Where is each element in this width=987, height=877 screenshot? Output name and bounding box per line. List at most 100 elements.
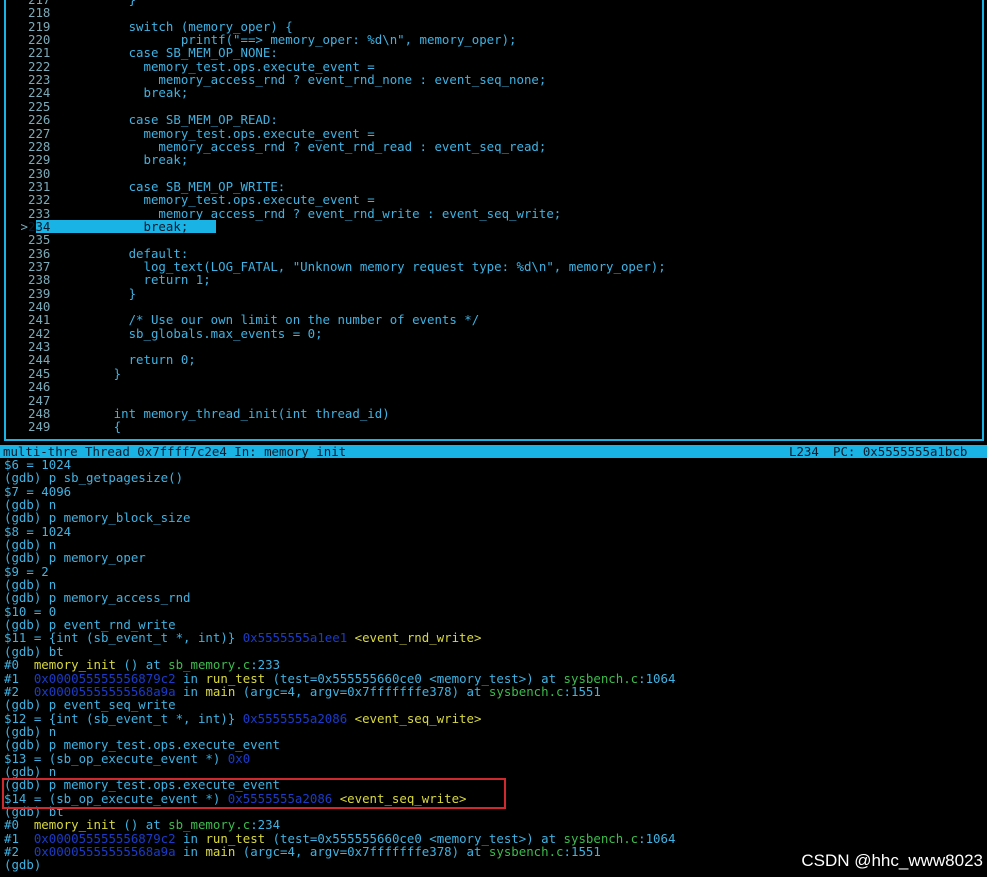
source-line: 241 /* Use our own limit on the number o… (6, 312, 982, 328)
gdb-fn: main (205, 683, 236, 699)
gdb-line: $6 = 1024 (4, 458, 984, 471)
source-code: sb_globals.max_events = 0; (54, 325, 323, 341)
source-line: >234 break; (6, 220, 982, 233)
gdb-line: (gdb) p sb_getpagesize() (4, 471, 984, 484)
gdb-text (347, 711, 354, 726)
line-number: 248 (28, 405, 51, 421)
source-line: 227 memory_test.ops.execute_event = (6, 125, 982, 141)
line-number: 225 (28, 98, 51, 114)
line-number: 245 (28, 365, 51, 381)
gdb-line: $11 = {int (sb_event_t *, int)} 0x555555… (4, 631, 984, 644)
gdb-line: (gdb) p memory_access_rnd (4, 591, 984, 604)
gdb-line: #0 memory_init () at sb_memory.c:234 (4, 818, 984, 831)
line-number: 226 (28, 112, 51, 128)
gdb-text: in (175, 683, 206, 699)
status-line: L234 (789, 444, 819, 459)
source-code: memory_test.ops.execute_event = (54, 192, 375, 208)
line-number: 241 (28, 312, 51, 328)
gdb-line: (gdb) bt (4, 645, 984, 658)
gdb-line: (gdb) n (4, 765, 984, 778)
source-window[interactable]: 217 }218219 switch (memory_oper) {220 pr… (4, 0, 984, 441)
source-code: } (54, 285, 137, 301)
gdb-line: $8 = 1024 (4, 525, 984, 538)
line-number: 238 (28, 272, 51, 288)
line-number: 237 (28, 259, 51, 274)
line-number: 222 (28, 58, 51, 74)
line-number: 247 (28, 392, 51, 408)
line-number: 220 (28, 32, 51, 48)
gdb-text: :1551 (563, 683, 601, 699)
line-number: 218 (28, 5, 51, 21)
source-code: break; (54, 152, 189, 168)
gdb-line: (gdb) p memory_block_size (4, 511, 984, 524)
source-line: 248 int memory_thread_init(int thread_id… (6, 405, 982, 421)
gdb-text (347, 630, 354, 645)
source-line: 236 default: (6, 245, 982, 261)
gdb-text: (argc=4, argv=0x7fffffffe378) at (235, 683, 489, 699)
line-number: 228 (28, 138, 51, 154)
line-number: 229 (28, 152, 51, 168)
gdb-file: sysbench.c (488, 843, 564, 859)
gdb-text: :1551 (563, 843, 601, 859)
line-number: 244 (28, 352, 51, 368)
gdb-line: $12 = {int (sb_event_t *, int)} 0x555555… (4, 710, 984, 726)
gdb-line: (gdb) p memory_test.ops.execute_event (4, 738, 984, 751)
gdb-line: (gdb) n (4, 538, 984, 551)
gdb-addr: 0x00005555555568a9a (33, 843, 176, 859)
line-number: 219 (28, 18, 51, 34)
line-number: 227 (28, 125, 51, 141)
gdb-line: $13 = (sb_op_execute_event *) 0x0 (4, 750, 984, 766)
gdb-line: $9 = 2 (4, 565, 984, 578)
source-line: 226 case SB_MEM_OP_READ: (6, 112, 982, 128)
gdb-text: (argc=4, argv=0x7fffffffe378) at (235, 843, 489, 859)
source-line: 233 memory_access_rnd ? event_rnd_write … (6, 205, 982, 221)
line-number: 232 (28, 192, 51, 208)
gdb-line: $7 = 4096 (4, 485, 984, 498)
gdb-line: $10 = 0 (4, 605, 984, 618)
line-number: 246 (28, 379, 51, 395)
line-number: 240 (28, 299, 51, 315)
gdb-line: (gdb) n (4, 725, 984, 738)
line-number: 243 (28, 339, 51, 355)
source-code: { (54, 419, 122, 435)
gdb-addr: 0x5555555a1ee1 (242, 630, 348, 646)
source-line: 238 return 1; (6, 272, 982, 288)
line-number: 236 (28, 245, 51, 261)
gdb-addr: 0x5555555a2086 (242, 710, 348, 726)
line-number: 249 (28, 419, 51, 435)
gdb-line: #2 0x00005555555568a9a in main (argc=4, … (4, 685, 984, 698)
gdb-command-window[interactable]: $6 = 1024 (gdb) p sb_getpagesize() $7 = 40… (4, 458, 984, 872)
source-line: 221 case SB_MEM_OP_NONE: (6, 45, 982, 61)
gdb-line: (gdb) p memory_oper (4, 551, 984, 564)
gdb-fn: <event_rnd_write> (354, 630, 482, 646)
source-line: 244 return 0; (6, 352, 982, 368)
line-marker: > (20, 218, 28, 234)
source-code: } (54, 365, 122, 381)
gdb-line: (gdb) n (4, 578, 984, 591)
gdb-file: sysbench.c (488, 683, 564, 699)
source-line: 229 break; (6, 152, 982, 168)
gdb-line: #1 0x000055555556879c2 in run_test (test… (4, 670, 984, 686)
line-number: 233 (28, 205, 51, 221)
gdb-line: #0 memory_init () at sb_memory.c:233 (4, 658, 984, 671)
source-code: case SB_MEM_OP_READ: (54, 112, 278, 128)
gdb-text: in (175, 843, 206, 859)
gdb-text: :1064 (638, 670, 676, 686)
line-number: 221 (28, 45, 51, 61)
source-line: 235 (6, 232, 982, 248)
source-code: break; (54, 85, 189, 101)
line-number: 235 (28, 232, 51, 248)
gdb-addr: 0x0 (227, 750, 251, 766)
source-line: 247 (6, 392, 982, 408)
gdb-text: (gdb) (4, 857, 42, 873)
line-number: 223 (28, 72, 51, 88)
source-line: 245 } (6, 365, 982, 381)
line-number: 231 (28, 178, 51, 194)
gdb-fn: <event_seq_write> (354, 710, 482, 726)
gdb-line: (gdb) n (4, 498, 984, 511)
source-line: 239 } (6, 285, 982, 301)
source-line: 246 (6, 379, 982, 395)
status-bar: multi-thre Thread 0x7ffff7c2e4 In: memor… (0, 445, 987, 458)
gdb-text: :1064 (638, 830, 676, 846)
gdb-line: #1 0x000055555556879c2 in run_test (test… (4, 830, 984, 846)
